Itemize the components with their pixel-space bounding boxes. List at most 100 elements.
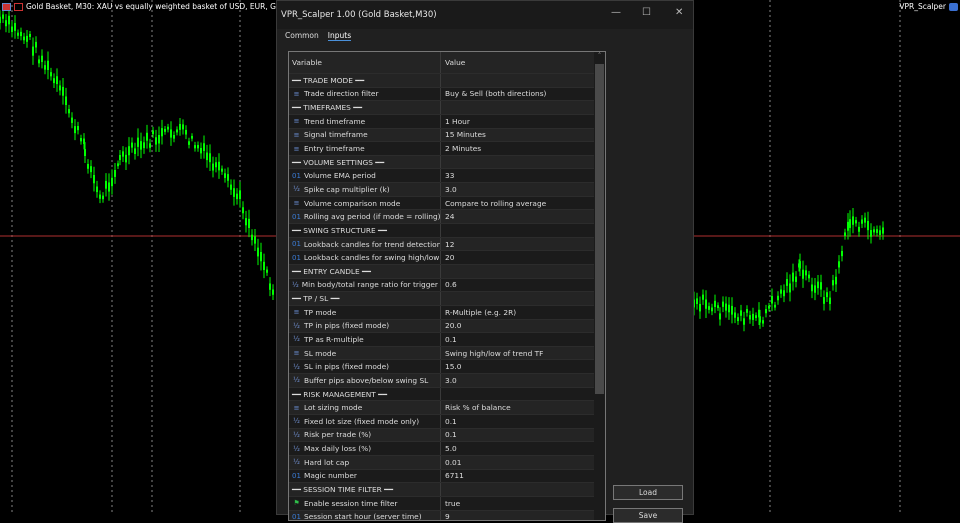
input-row[interactable]: ≡Trade direction filterBuy & Sell (both … bbox=[289, 88, 605, 102]
variable-name: ━━ SWING STRUCTURE ━━ bbox=[292, 226, 387, 235]
variable-cell: 01Session start hour (server time) bbox=[289, 511, 441, 522]
candle-body bbox=[242, 207, 244, 213]
value-cell[interactable]: 20.0 bbox=[441, 321, 605, 330]
variable-cell: ½Spike cap multiplier (k) bbox=[289, 183, 441, 196]
candle-body bbox=[53, 78, 55, 83]
candle-body bbox=[728, 305, 730, 313]
value-cell[interactable]: 12 bbox=[441, 240, 605, 249]
input-row[interactable]: 01Rolling avg period (if mode = rolling)… bbox=[289, 210, 605, 224]
scrollbar-thumb[interactable] bbox=[595, 64, 604, 394]
input-row[interactable]: ½Hard lot cap0.01 bbox=[289, 456, 605, 470]
input-row[interactable]: ½TP in pips (fixed mode)20.0 bbox=[289, 320, 605, 334]
candle-body bbox=[260, 252, 262, 261]
value-cell[interactable]: R-Multiple (e.g. 2R) bbox=[441, 308, 605, 317]
candle-body bbox=[743, 318, 745, 324]
save-button[interactable]: Save bbox=[613, 508, 683, 523]
value-cell[interactable]: 33 bbox=[441, 171, 605, 180]
input-row[interactable]: ½SL in pips (fixed mode)15.0 bbox=[289, 360, 605, 374]
candle-body bbox=[105, 181, 107, 189]
input-row[interactable]: ≡SL modeSwing high/low of trend TF bbox=[289, 347, 605, 361]
candle-body bbox=[873, 229, 875, 232]
column-header-value[interactable]: Value bbox=[441, 58, 605, 67]
variable-cell: ½Hard lot cap bbox=[289, 456, 441, 469]
variable-cell: ━━ SESSION TIME FILTER ━━ bbox=[289, 483, 441, 496]
input-row[interactable]: 01Lookback candles for trend detection12 bbox=[289, 238, 605, 252]
minimize-button[interactable]: — bbox=[611, 7, 621, 18]
input-row[interactable]: ≡Lot sizing modeRisk % of balance bbox=[289, 401, 605, 415]
input-row[interactable]: 01Lookback candles for swing high/low SL… bbox=[289, 251, 605, 265]
value-cell[interactable]: 15.0 bbox=[441, 362, 605, 371]
value-cell[interactable]: 0.1 bbox=[441, 417, 605, 426]
expert-advisor-label[interactable]: VPR_Scalper bbox=[899, 2, 958, 11]
column-header-variable[interactable]: Variable bbox=[289, 52, 441, 73]
input-row[interactable]: ≡Signal timeframe15 Minutes bbox=[289, 129, 605, 143]
input-row[interactable]: ≡TP modeR-Multiple (e.g. 2R) bbox=[289, 306, 605, 320]
candle-body bbox=[731, 306, 733, 315]
variable-cell: ½TP as R-multiple bbox=[289, 333, 441, 346]
candle-body bbox=[134, 148, 136, 154]
value-cell[interactable]: Compare to rolling average bbox=[441, 199, 605, 208]
value-cell[interactable]: 2 Minutes bbox=[441, 144, 605, 153]
input-row[interactable]: ½Buffer pips above/below swing SL3.0 bbox=[289, 374, 605, 388]
input-row[interactable]: ≡Volume comparison modeCompare to rollin… bbox=[289, 197, 605, 211]
variable-name: ━━ RISK MANAGEMENT ━━ bbox=[292, 390, 387, 399]
input-row[interactable]: ½Fixed lot size (fixed mode only)0.1 bbox=[289, 415, 605, 429]
value-cell[interactable]: 0.6 bbox=[441, 280, 605, 289]
candle-body bbox=[137, 138, 139, 147]
candle-body bbox=[230, 185, 232, 190]
variable-name: Hard lot cap bbox=[304, 458, 349, 467]
candle-body bbox=[8, 16, 10, 25]
timeframe-icon[interactable] bbox=[14, 3, 23, 11]
value-cell[interactable]: 0.01 bbox=[441, 458, 605, 467]
candle-body bbox=[876, 229, 878, 233]
value-cell[interactable]: 6711 bbox=[441, 471, 605, 480]
value-cell[interactable]: 1 Hour bbox=[441, 117, 605, 126]
dialog-titlebar[interactable]: VPR_Scalper 1.00 (Gold Basket,M30) — ☐ ✕ bbox=[277, 1, 693, 29]
value-cell[interactable]: 0.1 bbox=[441, 430, 605, 439]
input-row[interactable]: ½Risk per trade (%)0.1 bbox=[289, 429, 605, 443]
candle-body bbox=[849, 219, 851, 228]
value-cell[interactable]: Swing high/low of trend TF bbox=[441, 349, 605, 358]
candle-body bbox=[725, 304, 727, 311]
value-cell[interactable]: 3.0 bbox=[441, 376, 605, 385]
symbol-menu-icon[interactable] bbox=[2, 3, 11, 11]
input-row[interactable]: ½Max daily loss (%)5.0 bbox=[289, 442, 605, 456]
tab-inputs[interactable]: Inputs bbox=[328, 31, 351, 41]
ea-properties-dialog: VPR_Scalper 1.00 (Gold Basket,M30) — ☐ ✕… bbox=[276, 0, 694, 515]
load-button[interactable]: Load bbox=[613, 485, 683, 500]
input-row[interactable]: ≡Entry timeframe2 Minutes bbox=[289, 142, 605, 156]
scroll-up-icon[interactable]: ˄ bbox=[594, 52, 605, 60]
value-cell[interactable]: 20 bbox=[441, 253, 605, 262]
candle-body bbox=[835, 277, 837, 285]
value-cell[interactable]: 15 Minutes bbox=[441, 130, 605, 139]
value-cell[interactable]: Buy & Sell (both directions) bbox=[441, 89, 605, 98]
scrollbar[interactable]: ˄ bbox=[594, 52, 605, 520]
value-cell[interactable]: 5.0 bbox=[441, 444, 605, 453]
candle-body bbox=[96, 187, 98, 193]
candle-body bbox=[811, 284, 813, 291]
value-cell[interactable]: Risk % of balance bbox=[441, 403, 605, 412]
input-row[interactable]: 01Session start hour (server time)9 bbox=[289, 511, 605, 522]
value-cell[interactable]: 0.1 bbox=[441, 335, 605, 344]
value-cell[interactable]: true bbox=[441, 499, 605, 508]
input-row[interactable]: ½Min body/total range ratio for trigger … bbox=[289, 279, 605, 293]
close-button[interactable]: ✕ bbox=[675, 7, 683, 18]
candle-body bbox=[847, 222, 849, 231]
input-row[interactable]: ⚑Enable session time filtertrue bbox=[289, 497, 605, 511]
value-cell[interactable]: 9 bbox=[441, 512, 605, 521]
candle-body bbox=[870, 230, 872, 237]
variable-cell: ━━ TIMEFRAMES ━━ bbox=[289, 101, 441, 114]
integer-type-icon: 01 bbox=[292, 172, 301, 180]
input-row[interactable]: ≡Trend timeframe1 Hour bbox=[289, 115, 605, 129]
input-row[interactable]: ½Spike cap multiplier (k)3.0 bbox=[289, 183, 605, 197]
maximize-button[interactable]: ☐ bbox=[642, 7, 651, 18]
candle-body bbox=[29, 34, 31, 37]
candle-body bbox=[173, 135, 175, 139]
input-row[interactable]: 01Volume EMA period33 bbox=[289, 169, 605, 183]
input-row[interactable]: ½TP as R-multiple0.1 bbox=[289, 333, 605, 347]
input-row[interactable]: 01Magic number6711 bbox=[289, 470, 605, 484]
value-cell[interactable]: 3.0 bbox=[441, 185, 605, 194]
candle-body bbox=[233, 188, 235, 197]
value-cell[interactable]: 24 bbox=[441, 212, 605, 221]
tab-common[interactable]: Common bbox=[285, 31, 319, 41]
